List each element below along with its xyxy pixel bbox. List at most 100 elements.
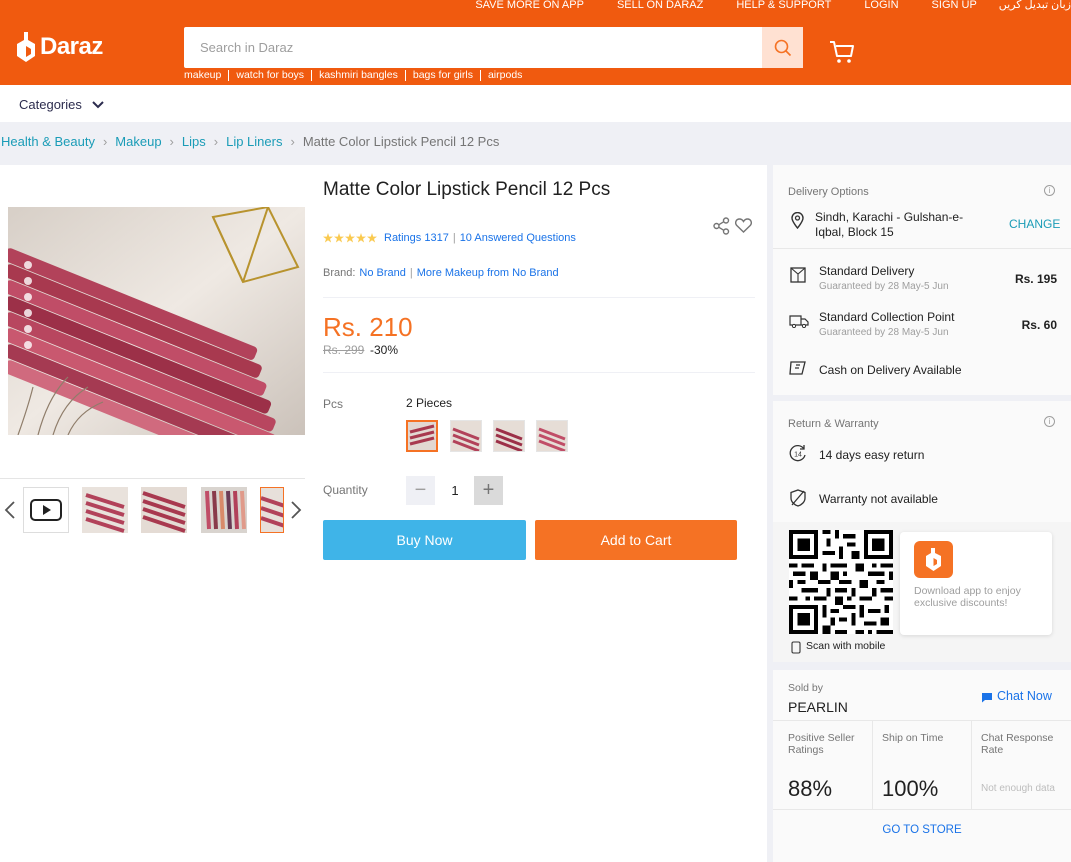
help-support-link[interactable]: HELP & SUPPORT xyxy=(736,0,831,14)
quantity-value[interactable]: 1 xyxy=(444,483,466,498)
categories-label: Categories xyxy=(19,97,82,112)
search-hint[interactable]: watch for boys xyxy=(228,70,311,81)
brand-row: Brand: No Brand | More Makeup from No Br… xyxy=(323,267,559,279)
variation-swatch[interactable] xyxy=(493,420,525,452)
delivery-option-name: Standard Delivery xyxy=(819,264,915,278)
swatch-image xyxy=(408,422,436,450)
delivery-option-eta: Guaranteed by 28 May-5 Jun xyxy=(819,281,949,292)
no-warranty-shield-icon xyxy=(790,489,806,507)
product-thumbnail[interactable] xyxy=(201,487,247,533)
download-app-text: Download app to enjoy exclusive discount… xyxy=(914,585,1021,609)
breadcrumb-link[interactable]: Makeup xyxy=(115,134,161,149)
info-icon[interactable]: i xyxy=(1044,185,1055,196)
answered-questions-link[interactable]: 10 Answered Questions xyxy=(460,232,576,244)
wishlist-heart-icon[interactable] xyxy=(735,218,752,233)
daraz-app-logo-icon xyxy=(926,548,941,571)
breadcrumb-link[interactable]: Lips xyxy=(182,134,206,149)
breadcrumb-separator-icon: › xyxy=(169,134,174,149)
original-price: Rs. 299 xyxy=(323,343,365,357)
thumbnail-image xyxy=(141,487,187,533)
cart-icon xyxy=(830,41,854,63)
metric-divider xyxy=(971,721,972,809)
video-thumbnail[interactable] xyxy=(23,487,69,533)
delivery-options-heading: Delivery Options xyxy=(788,186,869,198)
play-video-icon xyxy=(30,499,62,521)
quantity-increase-button[interactable]: + xyxy=(474,476,503,505)
buy-now-button[interactable]: Buy Now xyxy=(323,520,526,560)
product-thumbnail[interactable] xyxy=(141,487,187,533)
divider xyxy=(773,809,1071,810)
product-thumbnail-selected[interactable] xyxy=(260,487,284,533)
daraz-logo[interactable]: Daraz xyxy=(16,32,103,62)
warranty-text: Warranty not available xyxy=(819,492,938,506)
metric-label: Positive Seller Ratings xyxy=(788,732,855,756)
search-hint[interactable]: kashmiri bangles xyxy=(311,70,405,81)
breadcrumb: Health & Beauty › Makeup › Lips › Lip Li… xyxy=(1,134,499,149)
cart-button[interactable] xyxy=(829,40,855,67)
ratings-link[interactable]: Ratings 1317 xyxy=(384,232,449,244)
brand-label: Brand: xyxy=(323,267,356,279)
download-app-card[interactable]: Download app to enjoy exclusive discount… xyxy=(900,532,1052,635)
breadcrumb-link[interactable]: Health & Beauty xyxy=(1,134,95,149)
product-panel: Matte Color Lipstick Pencil 12 Pcs Ratin… xyxy=(0,165,767,862)
thumbnail-image xyxy=(82,487,128,533)
variation-swatch-selected[interactable] xyxy=(406,420,438,452)
chevron-right-icon[interactable] xyxy=(290,501,302,519)
categories-bar: Categories xyxy=(0,85,1071,122)
categories-menu[interactable]: Categories xyxy=(19,97,104,112)
quantity-label: Quantity xyxy=(323,483,368,497)
svg-text:14: 14 xyxy=(794,452,802,459)
chevron-left-icon[interactable] xyxy=(4,501,16,519)
breadcrumb-link[interactable]: Lip Liners xyxy=(226,134,282,149)
seller-name[interactable]: PEARLIN xyxy=(788,699,848,715)
section-divider xyxy=(773,662,1071,670)
search-hint[interactable]: airpods xyxy=(479,70,529,81)
qr-code-image[interactable] xyxy=(789,530,893,634)
login-link[interactable]: LOGIN xyxy=(864,0,898,14)
location-pin-icon xyxy=(791,212,804,229)
search-input[interactable] xyxy=(184,27,762,68)
cash-on-delivery-text: Cash on Delivery Available xyxy=(819,363,962,377)
daraz-logo-icon xyxy=(17,32,35,62)
product-main-image[interactable] xyxy=(8,207,305,435)
share-icon[interactable] xyxy=(713,217,730,235)
product-price: Rs. 210 xyxy=(323,312,413,342)
delivery-sidebar: Delivery Options i Sindh, Karachi - Guls… xyxy=(773,165,1071,862)
go-to-store-link[interactable]: GO TO STORE xyxy=(773,824,1071,836)
delivery-option-name: Standard Collection Point xyxy=(819,310,955,324)
sell-on-daraz-link[interactable]: SELL ON DARAZ xyxy=(617,0,703,14)
return-14-days-icon: 14 xyxy=(789,445,806,462)
variation-swatch[interactable] xyxy=(536,420,568,452)
search-hint[interactable]: makeup xyxy=(184,70,228,81)
section-divider xyxy=(773,395,1071,401)
quantity-decrease-button[interactable]: − xyxy=(406,476,435,505)
thumbnail-image xyxy=(201,487,247,533)
search-hint[interactable]: bags for girls xyxy=(404,70,480,81)
app-promo: Scan with mobile Download app to enjoy e… xyxy=(773,522,1071,662)
search-icon xyxy=(774,39,791,56)
chat-now-link[interactable]: Chat Now xyxy=(997,689,1052,703)
info-icon[interactable]: i xyxy=(1044,416,1055,427)
more-from-brand-link[interactable]: More Makeup from No Brand xyxy=(417,267,559,279)
delivery-option-fee: Rs. 60 xyxy=(1021,318,1057,332)
save-more-on-app-link[interactable]: SAVE MORE ON APP xyxy=(475,0,584,14)
add-to-cart-button[interactable]: Add to Cart xyxy=(535,520,737,560)
product-thumbnail[interactable] xyxy=(82,487,128,533)
truck-icon xyxy=(789,315,809,328)
product-title: Matte Color Lipstick Pencil 12 Pcs xyxy=(323,179,611,200)
divider xyxy=(773,720,1071,721)
search-button[interactable] xyxy=(762,27,803,68)
separator: | xyxy=(452,232,456,244)
separator: | xyxy=(409,267,413,279)
divider xyxy=(773,248,1071,249)
breadcrumb-separator-icon: › xyxy=(213,134,219,149)
change-location-link[interactable]: CHANGE xyxy=(1009,217,1060,231)
discount-percent: -30% xyxy=(370,343,399,357)
metric-label: Ship on Time xyxy=(882,732,944,744)
variation-swatch[interactable] xyxy=(450,420,482,452)
signup-link[interactable]: SIGN UP xyxy=(932,0,977,14)
language-switch-link[interactable]: زبان تبدیل کریں xyxy=(999,0,1071,14)
thumbnail-image xyxy=(261,488,283,532)
brand-link[interactable]: No Brand xyxy=(359,267,405,279)
delivery-option-eta: Guaranteed by 28 May-5 Jun xyxy=(819,327,949,338)
